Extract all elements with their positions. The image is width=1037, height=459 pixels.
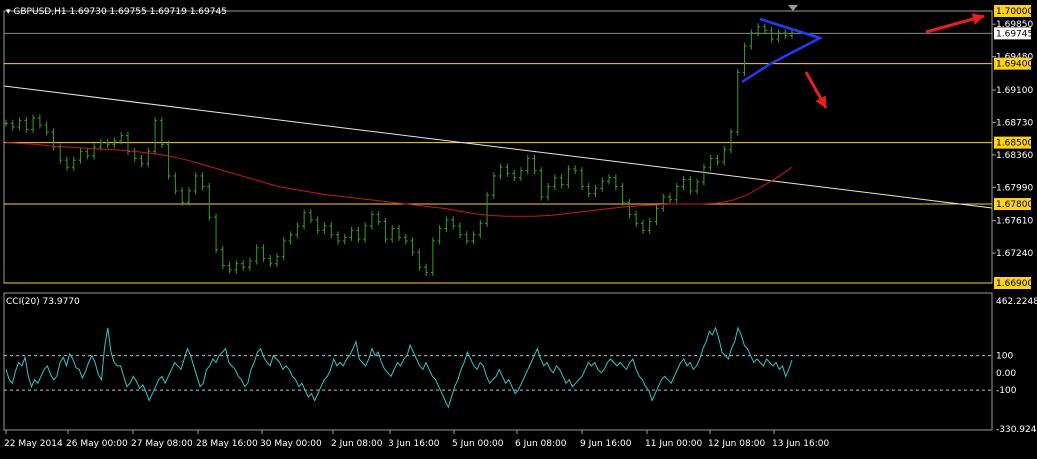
price-tick-label: 1.68730 bbox=[996, 118, 1033, 128]
chart: 1.70000 1.69850 1.69745 1.69480 1.69400 1.691… bbox=[0, 0, 1037, 455]
time-tick-label: 22 May 2014 bbox=[4, 439, 63, 449]
time-tick-label: 6 Jun 08:00 bbox=[515, 439, 567, 449]
cci-tick-label: 462.2248 bbox=[996, 297, 1037, 307]
time-tick-label: 11 Jun 00:00 bbox=[645, 439, 702, 449]
time-tick-label: 12 Jun 08:00 bbox=[708, 439, 765, 449]
trendline bbox=[3, 85, 993, 209]
time-tick-label: 28 May 16:00 bbox=[196, 439, 258, 449]
indicator-frame bbox=[3, 292, 993, 431]
price-tick-label: 1.67610 bbox=[996, 217, 1033, 227]
price-tick-label: 1.70000 bbox=[996, 7, 1033, 17]
time-tick-label: 2 Jun 08:00 bbox=[331, 439, 383, 449]
cci-tick-label: -100 bbox=[996, 386, 1017, 396]
cci-tick-label: -330.924 bbox=[996, 425, 1037, 435]
time-tick-label: 13 Jun 16:00 bbox=[772, 439, 829, 449]
time-tick-label: 9 Jun 16:00 bbox=[580, 439, 632, 449]
price-tick-label: 1.67240 bbox=[996, 249, 1033, 259]
chart-canvas: 1.700001.698501.697451.694801.694001.691… bbox=[3, 5, 1037, 449]
price-tick-label: 1.67800 bbox=[996, 200, 1033, 210]
symbol-label: GBPUSD,H1 bbox=[13, 7, 67, 17]
shift-marker-icon bbox=[788, 5, 798, 11]
price-tick-label: 1.69100 bbox=[996, 86, 1033, 96]
cci-line bbox=[5, 326, 793, 409]
time-tick-label: 3 Jun 16:00 bbox=[388, 439, 440, 449]
time-tick-label: 27 May 08:00 bbox=[131, 439, 193, 449]
price-tick-label: 1.67990 bbox=[996, 183, 1033, 193]
price-tick-label: 1.68500 bbox=[996, 139, 1033, 149]
time-tick-label: 30 May 00:00 bbox=[260, 439, 322, 449]
time-tick-label: 26 May 00:00 bbox=[66, 439, 128, 449]
up-arrow-head bbox=[971, 13, 984, 25]
indicator-label: CCI(20) 73.9770 bbox=[6, 297, 80, 307]
price-tick-label: 1.66900 bbox=[996, 279, 1033, 289]
header-bar: ▾ GBPUSD,H1 1.69730 1.69755 1.69719 1.69… bbox=[6, 7, 227, 17]
ohlc-readout: 1.69730 1.69755 1.69719 1.69745 bbox=[69, 7, 227, 17]
price-tick-label: 1.69745 bbox=[996, 29, 1033, 39]
cci-tick-label: 100 bbox=[996, 352, 1013, 362]
cci-tick-label: 0.00 bbox=[996, 369, 1016, 379]
price-tick-label: 1.68360 bbox=[996, 151, 1033, 161]
time-tick-label: 5 Jun 00:00 bbox=[452, 439, 504, 449]
price-tick-label: 1.69400 bbox=[996, 60, 1033, 70]
moving-average-line bbox=[5, 142, 793, 217]
menu-dropdown-icon[interactable]: ▾ bbox=[6, 7, 11, 17]
triangle-upper-lower bbox=[741, 17, 824, 84]
